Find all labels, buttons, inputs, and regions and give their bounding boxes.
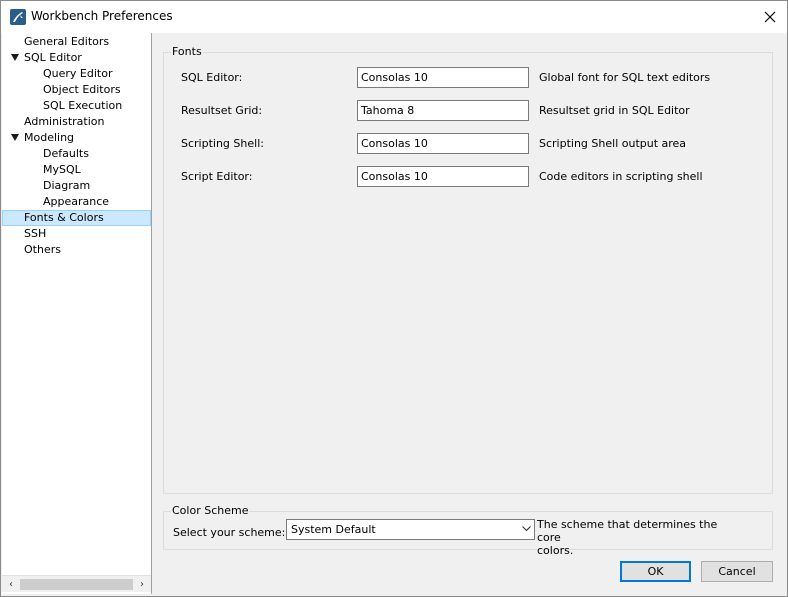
expanded-triangle-icon[interactable] bbox=[11, 54, 19, 61]
fonts-group-title: Fonts bbox=[171, 45, 203, 58]
tree-item-modeling[interactable]: Modeling bbox=[2, 130, 151, 146]
script-editor-font-description: Code editors in scripting shell bbox=[539, 170, 703, 183]
color-scheme-description-line: The scheme that determines the core bbox=[537, 518, 718, 544]
scrollbar-thumb[interactable] bbox=[20, 579, 133, 590]
scroll-right-arrow-icon[interactable]: › bbox=[136, 579, 148, 590]
scripting-shell-font-label: Scripting Shell: bbox=[181, 137, 264, 150]
script-editor-font-label: Script Editor: bbox=[181, 170, 253, 183]
tree-item-sql-editor[interactable]: SQL Editor bbox=[2, 50, 151, 66]
preferences-tree[interactable]: General Editors SQL Editor Query Editor … bbox=[2, 33, 152, 594]
ok-button[interactable]: OK bbox=[620, 561, 691, 582]
tree-item-label: Others bbox=[24, 243, 61, 256]
select-scheme-label: Select your scheme: bbox=[173, 526, 286, 539]
tree-item-label: Administration bbox=[24, 115, 105, 128]
tree-item-label: Object Editors bbox=[43, 83, 121, 96]
tree-item-label: General Editors bbox=[24, 35, 110, 48]
preferences-window: Workbench Preferences General Editors SQ… bbox=[0, 0, 788, 597]
tree-item-administration[interactable]: Administration bbox=[2, 114, 151, 130]
resultset-grid-font-description: Resultset grid in SQL Editor bbox=[539, 104, 690, 117]
tree-item-fonts-colors[interactable]: Fonts & Colors bbox=[2, 210, 151, 226]
window-title: Workbench Preferences bbox=[31, 9, 173, 23]
tree-item-label: SQL Execution bbox=[43, 99, 123, 112]
color-scheme-description-line: colors. bbox=[537, 544, 574, 557]
tree-item-label: MySQL bbox=[43, 163, 81, 176]
tree-item-mysql[interactable]: MySQL bbox=[2, 162, 151, 178]
script-editor-font-field[interactable]: Consolas 10 bbox=[357, 166, 529, 187]
tree-item-label: Modeling bbox=[24, 131, 75, 144]
sql-editor-font-label: SQL Editor: bbox=[181, 71, 243, 84]
mysql-workbench-dolphin-icon bbox=[10, 9, 26, 25]
close-button[interactable] bbox=[753, 1, 787, 33]
tree-item-sql-execution[interactable]: SQL Execution bbox=[2, 98, 151, 114]
tree-horizontal-scrollbar[interactable]: ‹ › bbox=[2, 575, 151, 592]
close-icon bbox=[764, 11, 776, 23]
color-scheme-selected-value: System Default bbox=[291, 523, 376, 536]
resultset-grid-font-field[interactable]: Tahoma 8 bbox=[357, 100, 529, 121]
sql-editor-font-description: Global font for SQL text editors bbox=[539, 71, 711, 84]
scripting-shell-font-description: Scripting Shell output area bbox=[539, 137, 687, 150]
tree-item-label: SSH bbox=[24, 227, 47, 240]
tree-item-diagram[interactable]: Diagram bbox=[2, 178, 151, 194]
tree-item-label: Diagram bbox=[43, 179, 91, 192]
color-scheme-description: The scheme that determines the core colo… bbox=[537, 518, 737, 557]
tree-item-defaults[interactable]: Defaults bbox=[2, 146, 151, 162]
cancel-button[interactable]: Cancel bbox=[701, 561, 773, 582]
tree-item-object-editors[interactable]: Object Editors bbox=[2, 82, 151, 98]
resultset-grid-font-label: Resultset Grid: bbox=[181, 104, 263, 117]
tree-item-ssh[interactable]: SSH bbox=[2, 226, 151, 242]
color-scheme-group-title: Color Scheme bbox=[171, 504, 250, 517]
tree-item-label: Query Editor bbox=[43, 67, 113, 80]
tree-item-label: Defaults bbox=[43, 147, 89, 160]
tree-item-general-editors[interactable]: General Editors bbox=[2, 34, 151, 50]
chevron-down-icon bbox=[522, 526, 531, 532]
tree-item-query-editor[interactable]: Query Editor bbox=[2, 66, 151, 82]
title-bar[interactable]: Workbench Preferences bbox=[1, 1, 787, 33]
tree-item-others[interactable]: Others bbox=[2, 242, 151, 258]
color-scheme-select[interactable]: System Default bbox=[286, 519, 535, 540]
expanded-triangle-icon[interactable] bbox=[11, 134, 19, 141]
sql-editor-font-field[interactable]: Consolas 10 bbox=[357, 67, 529, 88]
scroll-left-arrow-icon[interactable]: ‹ bbox=[5, 579, 17, 590]
fonts-groupbox: Fonts SQL Editor: Consolas 10 Global fon… bbox=[163, 45, 773, 494]
tree-item-label: Fonts & Colors bbox=[24, 211, 104, 224]
tree-item-label: SQL Editor bbox=[24, 51, 82, 64]
scripting-shell-font-field[interactable]: Consolas 10 bbox=[357, 133, 529, 154]
preferences-content: Fonts SQL Editor: Consolas 10 Global fon… bbox=[153, 33, 787, 594]
tree-item-label: Appearance bbox=[43, 195, 110, 208]
tree-item-appearance[interactable]: Appearance bbox=[2, 194, 151, 210]
color-scheme-groupbox: Color Scheme Select your scheme: System … bbox=[163, 504, 773, 557]
